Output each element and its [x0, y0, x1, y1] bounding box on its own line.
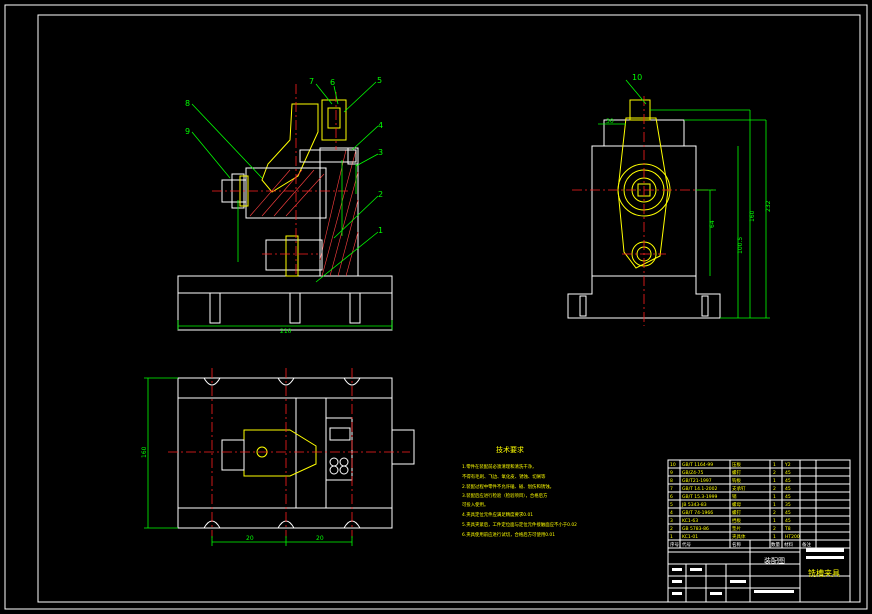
dim-side-160: 160 — [749, 210, 756, 222]
top-view — [144, 368, 415, 546]
bom-cell-qty: 1 — [773, 462, 776, 468]
bom-cell-name: 销 — [732, 493, 737, 500]
bom-header-mat: 材料 — [784, 541, 793, 548]
dim-top-height: 160 — [141, 446, 148, 458]
bom-cell-no: 5 — [670, 502, 673, 508]
bom-header-note: 备注 — [802, 541, 811, 548]
balloon-2: 2 — [378, 190, 383, 199]
bom-cell-qty: 2 — [773, 510, 776, 516]
bom-cell-code: JB 5343-83 — [681, 502, 707, 508]
bom-cell-name: 螺钉 — [732, 509, 741, 516]
bom-cell-qty: 2 — [773, 526, 776, 532]
dim-side-100: 100.5 — [737, 237, 744, 254]
balloon-9: 9 — [185, 127, 190, 136]
bom-cell-no: 10 — [670, 462, 676, 468]
bom-cell-name: 螺钉 — [732, 469, 741, 476]
bom-cell-mat: 45 — [785, 494, 791, 500]
bom-cell-no: 3 — [670, 518, 673, 524]
part-name: 铣槽夹具 — [808, 568, 840, 578]
bom-cell-qty: 1 — [773, 494, 776, 500]
bom-cell-code: KC1-01 — [682, 534, 698, 540]
balloon-6: 6 — [330, 78, 335, 87]
bom-cell-name: 垫片 — [732, 525, 741, 532]
bom-header-qty: 数量 — [771, 541, 780, 548]
bom-cell-qty: 2 — [773, 486, 776, 492]
dim-side-top: 30 — [606, 118, 614, 125]
balloon-5: 5 — [377, 76, 382, 85]
bom-cell-name: 压板 — [732, 461, 741, 468]
bom-cell-code: GB/T21-1997 — [682, 478, 712, 484]
bom-cell-no: 8 — [670, 478, 673, 484]
bom-cell-mat: T8 — [784, 526, 791, 532]
bom-cell-name: 夹具体 — [732, 533, 746, 540]
bom-cell-no: 4 — [670, 510, 673, 516]
bom-cell-qty: 1 — [773, 534, 776, 540]
balloon-10: 10 — [632, 73, 642, 82]
tech-line-2: 不得有毛刺、飞边、氧化皮、锈蚀、切屑等 — [462, 473, 546, 480]
bom-cell-name: 钩板 — [732, 477, 741, 484]
bom-cell-name: 支承钉 — [732, 485, 746, 492]
bom-cell-no: 9 — [670, 470, 673, 476]
bom-cell-qty: 2 — [773, 470, 776, 476]
cad-drawing-canvas: 7 6 5 4 3 2 1 8 9 210 10 64 100.5 160 23… — [4, 4, 868, 610]
bom-cell-code: GB/T 14.1-2002 — [682, 486, 718, 492]
balloon-3: 3 — [378, 148, 383, 157]
bom-cell-mat: 45 — [785, 470, 791, 476]
tech-line-5: 可投入使用。 — [462, 501, 488, 508]
bom-cell-mat: 35 — [785, 502, 791, 508]
bom-cell-mat: HT200 — [785, 534, 800, 540]
balloon-1: 1 — [378, 226, 383, 235]
bom-cell-mat: Y2 — [784, 462, 791, 468]
tech-line-1: 1.零件在装配前必须清理和清洗干净， — [462, 463, 536, 470]
bom-cell-code: KC1-63 — [682, 518, 698, 524]
dim-side-64: 64 — [709, 220, 716, 228]
bom-cell-mat: 45 — [785, 510, 791, 516]
bom-cell-code: GB/T 1164-99 — [682, 462, 713, 468]
drawing-name: 装配图 — [764, 556, 785, 565]
bom-cell-code: GB/Z4-75 — [682, 470, 704, 476]
balloon-7: 7 — [309, 77, 314, 86]
side-view — [567, 79, 770, 326]
tech-line-8: 6.夹具使用前应进行试切，合格后方可使用0.01 — [462, 531, 555, 538]
bom-cell-code: GB/T 15.3-1999 — [682, 494, 718, 500]
bom-cell-mat: 45 — [785, 478, 791, 484]
tech-line-7: 5.夹具夹紧后，工件定位面与定位元件接触面应不小于0.02 — [462, 521, 577, 528]
bom-header-code: 代号 — [682, 541, 691, 548]
dim-side-232: 232 — [765, 200, 772, 212]
bom-cell-qty: 1 — [773, 478, 776, 484]
tech-line-3: 2.装配过程中零件不允许磕、碰、划伤和锈蚀。 — [462, 483, 554, 490]
dim-top-left: 20 — [246, 535, 254, 542]
dim-top-right: 20 — [316, 535, 324, 542]
bom-cell-qty: 1 — [773, 518, 776, 524]
bom-table: 10 GB/T 1164-99 压板 1 Y29 GB/Z4-75 螺钉 2 458 GB/T21… — [667, 459, 851, 549]
bom-cell-no: 2 — [670, 526, 673, 532]
bom-cell-name: 挡板 — [732, 517, 741, 524]
balloon-4: 4 — [378, 121, 383, 130]
bom-cell-mat: 45 — [785, 518, 791, 524]
bom-cell-name: 螺母 — [732, 501, 741, 508]
tech-line-6: 4.夹具定位元件应满足精度要求0.01 — [462, 511, 533, 518]
bom-cell-mat: 45 — [785, 486, 791, 492]
bom-cell-no: 6 — [670, 494, 673, 500]
balloon-8: 8 — [185, 99, 190, 108]
bom-cell-no: 1 — [670, 534, 673, 540]
bom-cell-qty: 1 — [773, 502, 776, 508]
front-view — [177, 81, 393, 331]
bom-cell-no: 7 — [670, 486, 673, 492]
bom-cell-code: GB/T 74-1966 — [682, 510, 713, 516]
bom-header-no: 序号 — [670, 541, 679, 548]
tech-requirements-title: 技术要求 — [496, 445, 524, 454]
bom-header-name: 名称 — [732, 541, 741, 548]
tech-line-4: 3.装配后应进行检验（检验项目），合格后方 — [462, 492, 548, 499]
bom-cell-code: GB 5783-86 — [682, 526, 709, 532]
dim-front-width: 210 — [280, 328, 292, 335]
